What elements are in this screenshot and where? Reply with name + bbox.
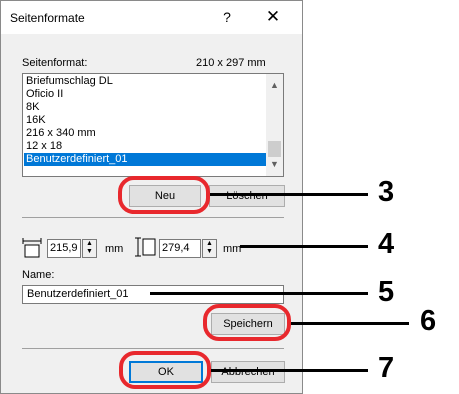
list-item[interactable]: 216 x 340 mm [24,127,269,140]
list-item[interactable]: 16K [24,114,269,127]
height-stepper[interactable]: ▲ ▼ [202,239,217,258]
new-button-highlight [118,176,210,214]
scroll-thumb[interactable] [268,141,281,157]
width-unit: mm [105,243,124,255]
width-stepper[interactable]: ▲ ▼ [82,239,97,258]
list-item[interactable]: 8K [24,101,269,114]
callout-number-4: 4 [378,228,395,260]
callout-line-6 [291,322,409,325]
list-scrollbar[interactable]: ▲ ▼ [266,74,283,176]
callout-number-7: 7 [378,352,395,384]
title-bar: Seitenformate ? ✕ [1,1,302,34]
scroll-down-icon[interactable]: ▼ [266,159,283,173]
list-item[interactable]: Oficio II [24,88,269,101]
list-item[interactable]: Briefumschlag DL [24,75,269,88]
page-format-list[interactable]: Briefumschlag DL Oficio II 8K 16K 216 x … [22,73,284,177]
callout-number-5: 5 [378,276,395,308]
close-button[interactable]: ✕ [259,7,287,27]
scroll-up-icon[interactable]: ▲ [266,80,283,94]
ok-button-highlight [119,351,211,389]
help-button[interactable]: ? [217,9,237,27]
callout-line-5 [150,292,368,295]
delete-button[interactable]: Löschen [209,185,285,207]
separator [22,217,284,218]
height-icon [135,237,156,257]
decrement-icon[interactable]: ▼ [83,248,96,256]
decrement-icon[interactable]: ▼ [203,248,216,256]
save-button-highlight [203,304,291,341]
list-item[interactable]: 12 x 18 [24,140,269,153]
cancel-button[interactable]: Abbrechen [211,361,285,383]
name-label: Name: [22,269,55,281]
width-field[interactable]: 215,9 [47,239,81,258]
page-format-size-readout: 210 x 297 mm [196,57,266,69]
page-format-label: Seitenformat: [22,57,88,69]
callout-number-6: 6 [420,305,437,337]
increment-icon[interactable]: ▲ [203,240,216,248]
height-unit: mm [223,243,242,255]
width-icon [22,238,42,258]
list-item-selected[interactable]: Benutzerdefiniert_01 [24,153,269,166]
dialog-title: Seitenformate [10,11,85,25]
separator [22,348,284,349]
height-field[interactable]: 279,4 [159,239,201,258]
callout-line-7 [211,369,368,372]
callout-line-4 [240,245,368,248]
callout-line-3 [210,193,368,196]
increment-icon[interactable]: ▲ [83,240,96,248]
callout-number-3: 3 [378,176,395,208]
